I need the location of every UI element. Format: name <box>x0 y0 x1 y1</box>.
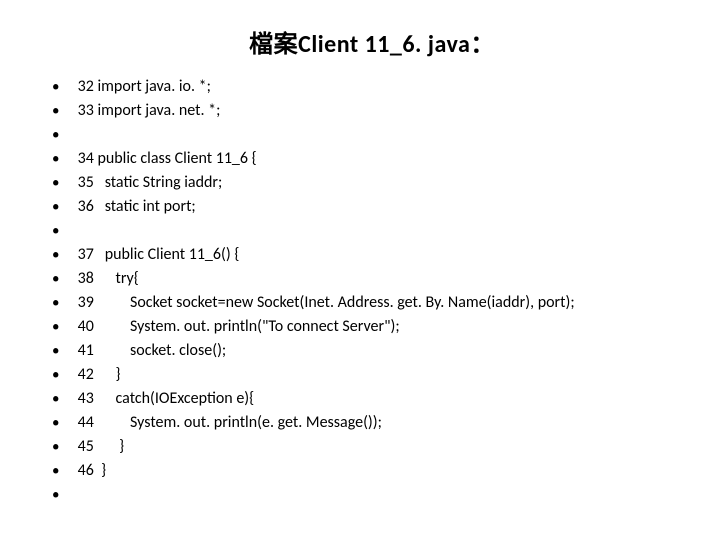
slide-title: 檔案Client 11_6. java： <box>52 24 692 59</box>
code-line: 44 System. out. println(e. get. Message(… <box>52 411 692 435</box>
slide: 檔案Client 11_6. java： 32 import java. io.… <box>0 0 720 540</box>
code-list: 32 import java. io. *; 33 import java. n… <box>52 75 692 507</box>
code-line: 32 import java. io. *; <box>52 75 692 99</box>
code-line: 42 } <box>52 363 692 387</box>
code-line: 39 Socket socket=new Socket(Inet. Addres… <box>52 291 692 315</box>
code-line: 37 public Client 11_6() { <box>52 243 692 267</box>
code-line: 33 import java. net. *; <box>52 99 692 123</box>
code-line <box>52 123 692 147</box>
code-line <box>52 483 692 507</box>
code-line <box>52 219 692 243</box>
code-line: 34 public class Client 11_6 { <box>52 147 692 171</box>
code-line: 45 } <box>52 435 692 459</box>
code-line: 35 static String iaddr; <box>52 171 692 195</box>
code-line: 38 try{ <box>52 267 692 291</box>
code-line: 43 catch(IOException e){ <box>52 387 692 411</box>
code-line: 46 } <box>52 459 692 483</box>
code-line: 41 socket. close(); <box>52 339 692 363</box>
code-line: 36 static int port; <box>52 195 692 219</box>
code-line: 40 System. out. println("To connect Serv… <box>52 315 692 339</box>
